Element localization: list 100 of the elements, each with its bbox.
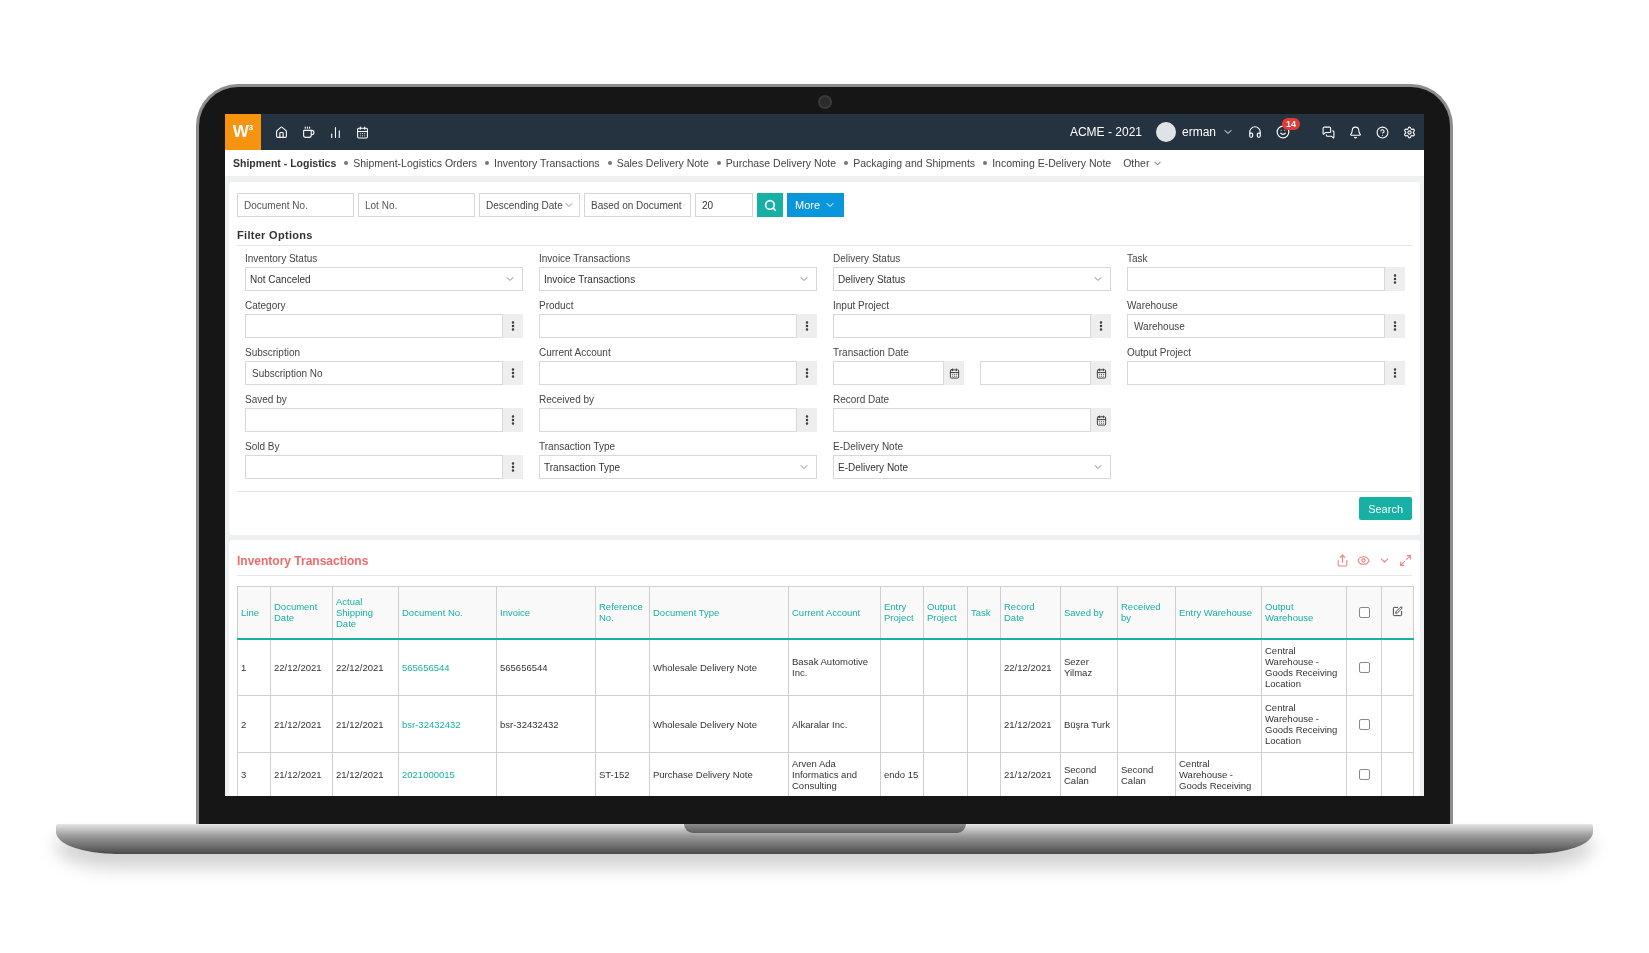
options-button[interactable] <box>503 314 523 338</box>
table-cell: Purchase Delivery Note <box>653 769 753 780</box>
share-icon[interactable] <box>1336 554 1349 567</box>
options-button[interactable] <box>503 408 523 432</box>
lookup-field[interactable] <box>245 314 503 338</box>
options-button[interactable] <box>503 455 523 479</box>
nav-link[interactable]: Sales Delivery Note <box>607 157 709 169</box>
column-header[interactable]: Output Project <box>923 586 968 639</box>
headset-icon[interactable] <box>1248 125 1262 139</box>
lookup-field[interactable] <box>833 314 1091 338</box>
company-name[interactable]: ACME - 2021 <box>1069 125 1142 139</box>
column-header[interactable]: Saved by <box>1060 586 1118 639</box>
lookup-field[interactable]: Subscription No <box>245 361 503 385</box>
options-button[interactable] <box>503 361 523 385</box>
column-header[interactable]: Output Warehouse <box>1261 586 1347 639</box>
options-button[interactable] <box>797 361 817 385</box>
column-header[interactable]: Task <box>967 586 1001 639</box>
field-label: Category <box>245 299 287 313</box>
checkbox[interactable] <box>1358 769 1370 781</box>
column-header[interactable]: Reference No. <box>595 586 650 639</box>
lookup-field[interactable] <box>245 408 503 432</box>
date-field[interactable] <box>833 408 1091 432</box>
select-field[interactable]: Transaction Type <box>539 455 817 479</box>
checkbox[interactable] <box>1358 662 1370 674</box>
expand-icon[interactable] <box>1399 554 1412 567</box>
checkbox[interactable] <box>1358 719 1370 730</box>
lookup-field[interactable] <box>245 455 503 479</box>
column-header[interactable]: Actual Shipping Date <box>332 586 399 639</box>
bell-icon[interactable] <box>1349 125 1362 139</box>
table-cell: ST-152 <box>599 769 630 780</box>
column-header[interactable]: Current Account <box>788 586 881 639</box>
column-header[interactable]: Document Date <box>270 586 333 639</box>
nav-link[interactable]: Shipment-Logistics Orders <box>344 157 477 169</box>
calendar-button[interactable] <box>1091 361 1111 385</box>
search-button[interactable] <box>757 193 783 217</box>
date-field[interactable] <box>833 361 944 385</box>
input-field[interactable]: 20 <box>695 193 753 217</box>
options-button[interactable] <box>1385 314 1405 338</box>
logo[interactable]: W$^{3}$ <box>225 114 261 150</box>
pen-square-icon[interactable] <box>1392 605 1403 617</box>
lookup-field[interactable] <box>539 408 797 432</box>
nav-link[interactable]: Packaging and Shipments <box>844 157 976 169</box>
column-header[interactable]: Document Type <box>649 586 789 639</box>
column-header[interactable]: Line <box>237 586 271 639</box>
date-field[interactable] <box>980 361 1091 385</box>
lookup-field[interactable] <box>1127 361 1385 385</box>
table-cell: Second Calan <box>1121 763 1154 786</box>
help-icon[interactable] <box>1376 125 1389 139</box>
section-title: Filter Options <box>237 229 1412 246</box>
column-header[interactable]: Record Date <box>1000 586 1061 639</box>
calendar-icon[interactable] <box>356 125 369 139</box>
options-button[interactable] <box>797 408 817 432</box>
document-link[interactable]: 565656544 <box>402 661 450 673</box>
bar-chart-icon[interactable] <box>329 125 342 139</box>
lookup-field[interactable] <box>1127 267 1385 291</box>
lookup-field[interactable] <box>539 314 797 338</box>
input-field[interactable]: Document No. <box>237 193 354 217</box>
sort-select[interactable]: Descending Date <box>479 193 580 217</box>
nav-link[interactable]: Incoming E-Delivery Note <box>983 157 1112 169</box>
options-button[interactable] <box>1385 267 1405 291</box>
home-icon[interactable] <box>275 125 288 139</box>
field-label: Sold By <box>245 440 281 454</box>
calendar-button[interactable] <box>1091 408 1111 432</box>
chat-icon[interactable] <box>1322 125 1335 139</box>
sort-select[interactable]: Based on Document <box>584 193 691 217</box>
column-header[interactable]: Entry Project <box>880 586 924 639</box>
other-menu[interactable]: Other <box>1123 157 1164 169</box>
select-field[interactable]: Delivery Status <box>833 267 1111 291</box>
eye-icon[interactable] <box>1357 554 1370 567</box>
table-cell: 565656544 <box>500 661 548 673</box>
settings-icon[interactable] <box>1403 125 1416 139</box>
table-cell: 21/12/2021 <box>1004 718 1052 730</box>
input-field[interactable]: Lot No. <box>358 193 475 217</box>
options-button[interactable] <box>797 314 817 338</box>
search-button[interactable]: Search <box>1359 497 1412 520</box>
nav-link[interactable]: Inventory Transactions <box>485 157 600 169</box>
options-button[interactable] <box>1091 314 1111 338</box>
select-field[interactable]: Not Canceled <box>245 267 523 291</box>
column-header[interactable]: Entry Warehouse <box>1175 586 1262 639</box>
column-header[interactable]: Invoice <box>496 586 596 639</box>
column-header[interactable]: Document No. <box>398 586 497 639</box>
more-button[interactable]: More <box>787 193 845 217</box>
nav-link[interactable]: Purchase Delivery Note <box>716 157 837 169</box>
table-cell: 22/12/2021 <box>1004 661 1052 673</box>
select-field[interactable]: Invoice Transactions <box>539 267 817 291</box>
lookup-field[interactable]: Warehouse <box>1127 314 1385 338</box>
select-field[interactable]: E-Delivery Note <box>833 455 1111 479</box>
table-cell: bsr-32432432 <box>500 718 559 730</box>
smiley-icon[interactable] <box>1276 125 1290 139</box>
field-label: Task <box>1127 252 1149 266</box>
column-header[interactable]: Received by <box>1117 586 1176 639</box>
calendar-button[interactable] <box>944 361 964 385</box>
document-link[interactable]: bsr-32432432 <box>402 718 461 730</box>
coffee-cup-icon[interactable] <box>302 125 315 139</box>
document-link[interactable]: 2021000015 <box>402 769 455 780</box>
checkbox[interactable] <box>1358 607 1370 619</box>
options-button[interactable] <box>1385 361 1405 385</box>
user-avatar[interactable] <box>1156 122 1176 142</box>
lookup-field[interactable] <box>539 361 797 385</box>
user-name[interactable]: erman <box>1182 125 1216 139</box>
